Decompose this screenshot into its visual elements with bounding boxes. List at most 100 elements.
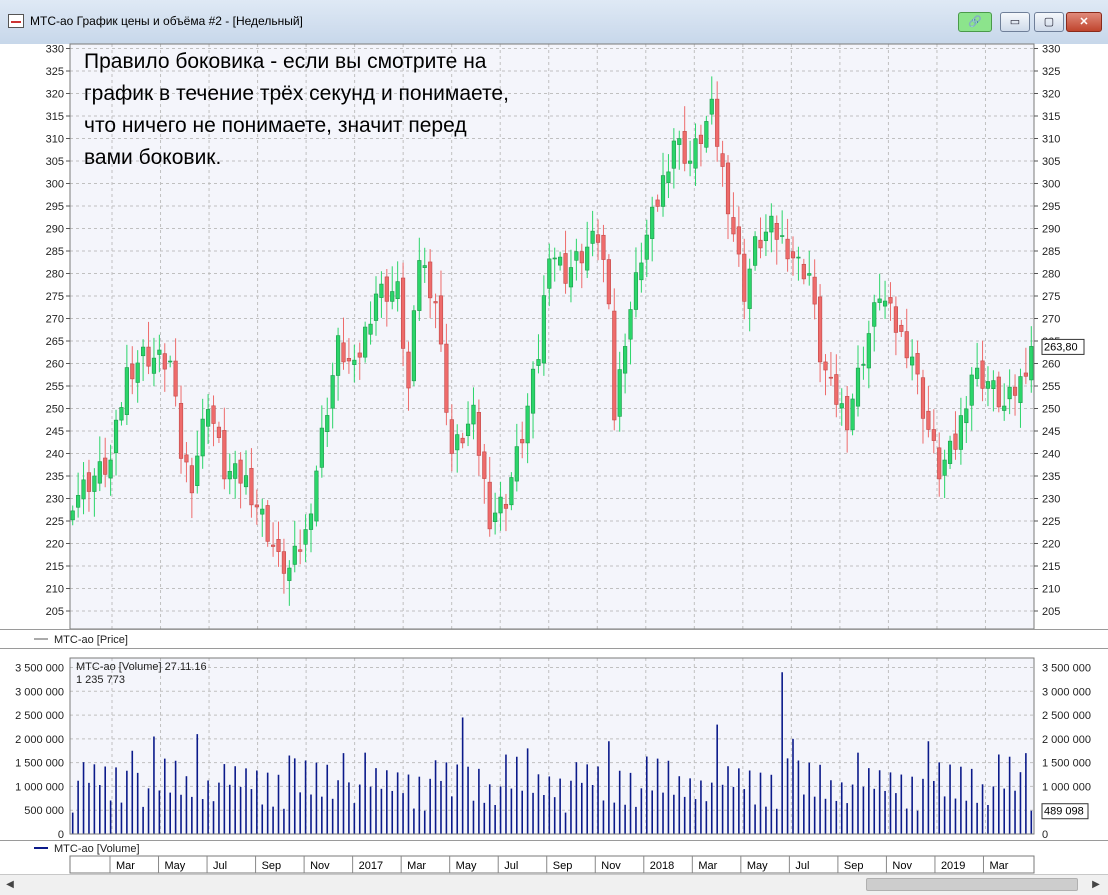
- volume-tick-label-left: 0: [58, 829, 64, 841]
- candle-down: [731, 217, 736, 235]
- price-tick-label-right: 215: [1042, 561, 1060, 573]
- price-tick-label-right: 290: [1042, 224, 1060, 236]
- candle-up: [769, 215, 774, 233]
- candle-down: [698, 134, 704, 144]
- scroll-left-icon[interactable]: ◀: [2, 877, 18, 892]
- candle-down: [601, 234, 606, 260]
- candle-down: [520, 439, 525, 444]
- candle-up: [227, 470, 232, 480]
- candle-up: [872, 302, 877, 327]
- price-tick-label-left: 260: [46, 359, 64, 371]
- candle-up: [623, 346, 628, 374]
- volume-tick-label-right: 3 500 000: [1042, 663, 1091, 675]
- candle-up: [514, 446, 519, 482]
- candle-up: [861, 364, 866, 366]
- volume-tick-label-right: 3 000 000: [1042, 686, 1091, 698]
- candle-down: [449, 419, 454, 454]
- candle-down: [86, 472, 92, 492]
- candle-up: [796, 256, 801, 259]
- volume-tick-label-left: 1 000 000: [15, 781, 64, 793]
- price-tick-label-right: 330: [1042, 44, 1060, 56]
- candle-down: [146, 346, 151, 367]
- price-tick-label-right: 315: [1042, 111, 1060, 123]
- candle-up: [363, 326, 368, 358]
- candle-down: [438, 295, 444, 345]
- candle-up: [119, 407, 124, 421]
- time-axis-label: Nov: [892, 860, 912, 872]
- candle-down: [130, 363, 135, 380]
- candle-down: [103, 457, 108, 475]
- candle-down: [926, 410, 931, 430]
- candle-up: [417, 260, 422, 311]
- candle-down: [682, 131, 687, 164]
- candle-down: [444, 343, 449, 413]
- price-tick-label-left: 305: [46, 156, 64, 168]
- candle-up: [964, 408, 969, 424]
- candle-up: [639, 262, 644, 281]
- candle-up: [455, 434, 460, 451]
- time-axis-label: Nov: [310, 860, 330, 872]
- price-tick-label-left: 225: [46, 516, 64, 528]
- candle-up: [850, 398, 855, 431]
- candle-up: [314, 470, 319, 522]
- volume-last-value: 489 098: [1044, 806, 1084, 818]
- time-axis-label: May: [165, 860, 186, 872]
- price-tick-label-left: 240: [46, 449, 64, 461]
- price-tick-label-left: 210: [46, 584, 64, 596]
- candle-down: [790, 251, 796, 259]
- candle-down: [834, 374, 839, 405]
- candle-up: [807, 273, 812, 276]
- candle-up: [866, 333, 871, 369]
- candle-down: [238, 459, 243, 484]
- candle-down: [503, 503, 509, 509]
- candle-down: [476, 412, 481, 456]
- candle-up: [97, 461, 102, 484]
- price-tick-label-right: 325: [1042, 66, 1060, 78]
- price-tick-label-right: 270: [1042, 314, 1060, 326]
- candle-up: [465, 423, 471, 437]
- price-tick-label-left: 295: [46, 201, 64, 213]
- price-tick-label-right: 235: [1042, 471, 1060, 483]
- candle-up: [233, 463, 238, 479]
- annotation-line-1: Правило боковика - если вы смотрите на: [84, 50, 487, 73]
- price-tick-label-right: 245: [1042, 426, 1060, 438]
- candle-up: [319, 427, 324, 468]
- price-tick-label-left: 325: [46, 66, 64, 78]
- candle-up: [525, 405, 530, 444]
- time-axis-label: Sep: [553, 860, 573, 872]
- candle-up: [671, 140, 676, 169]
- candle-up: [243, 475, 249, 488]
- candle-up: [650, 206, 655, 239]
- candle-down: [899, 324, 904, 332]
- candle-up: [969, 374, 974, 406]
- candle-down: [254, 504, 259, 508]
- price-tick-label-right: 220: [1042, 539, 1060, 551]
- price-tick-label-left: 220: [46, 539, 64, 551]
- candle-down: [904, 331, 909, 359]
- price-tick-label-left: 285: [46, 246, 64, 258]
- candle-up: [947, 440, 953, 464]
- candle-down: [812, 276, 817, 305]
- candle-up: [590, 230, 595, 244]
- scrollbar-thumb[interactable]: [866, 878, 1078, 891]
- candle-down: [579, 251, 584, 264]
- horizontal-scrollbar[interactable]: ◀ ▶: [0, 874, 1108, 895]
- time-axis-label: Jul: [213, 860, 227, 872]
- candle-up: [882, 300, 888, 307]
- candle-up: [390, 291, 395, 302]
- candle-up: [81, 479, 86, 500]
- price-tick-label-left: 270: [46, 314, 64, 326]
- time-axis-label: 2018: [650, 860, 674, 872]
- candle-down: [937, 447, 942, 480]
- candle-up: [991, 380, 996, 390]
- candle-up: [763, 231, 769, 242]
- candle-down: [823, 361, 828, 371]
- time-axis-label: Mar: [698, 860, 717, 872]
- volume-info-line-1: МТС-ао [Volume] 27.11.16: [76, 661, 207, 673]
- scroll-right-icon[interactable]: ▶: [1088, 877, 1104, 892]
- candle-down: [460, 437, 465, 444]
- price-tick-label-right: 225: [1042, 516, 1060, 528]
- candle-up: [292, 545, 297, 565]
- volume-tick-label-left: 2 000 000: [15, 734, 64, 746]
- candle-up: [1002, 405, 1007, 411]
